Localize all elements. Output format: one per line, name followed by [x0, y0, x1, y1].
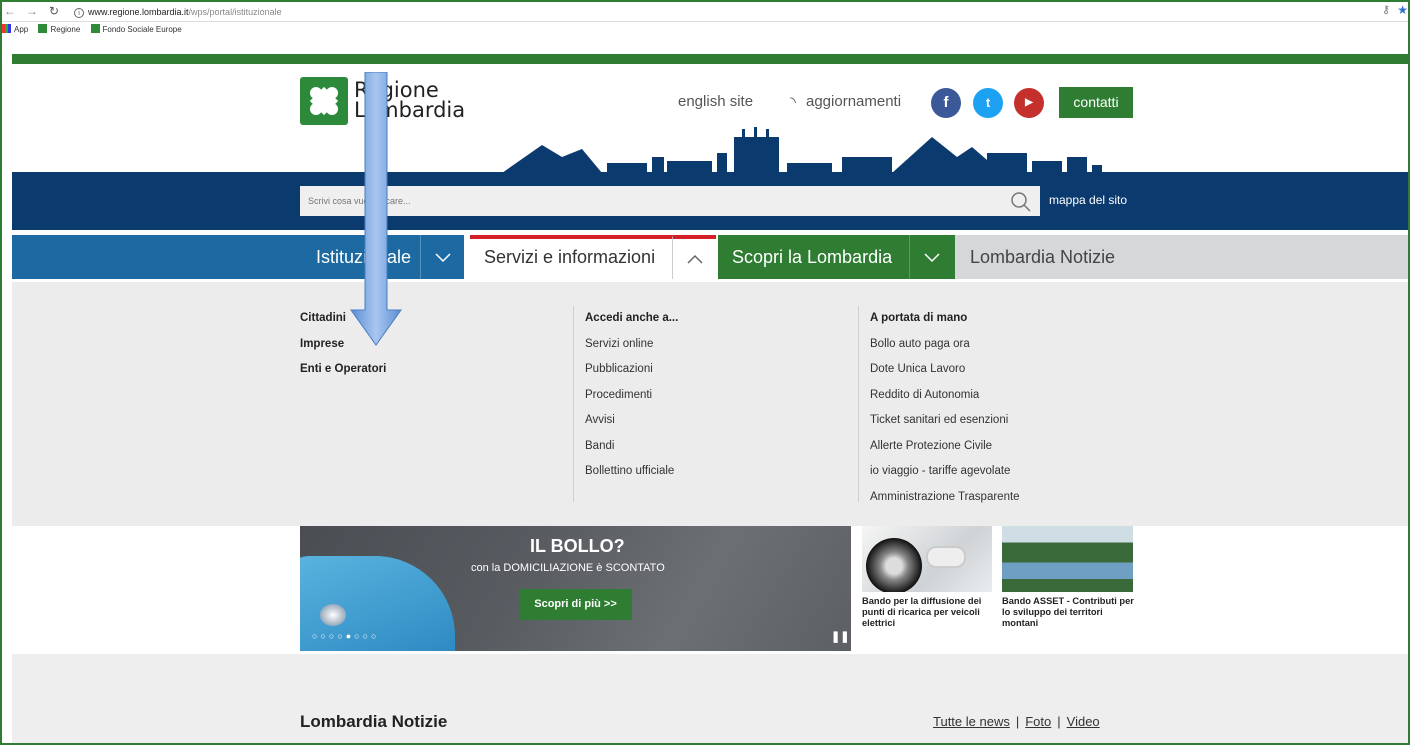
chevron-up-icon[interactable] — [672, 235, 716, 279]
menu-item[interactable]: io viaggio - tariffe agevolate — [870, 459, 1020, 485]
menu-item[interactable]: Ticket sanitari ed esenzioni — [870, 408, 1020, 434]
hero-subtitle: con la DOMICILIAZIONE è SCONTATO — [471, 562, 665, 574]
search-icon[interactable] — [1009, 190, 1031, 212]
twitter-icon[interactable]: t — [973, 88, 1003, 118]
bookmark-label: Fondo Sociale Europe — [102, 25, 182, 34]
plug-graphic — [926, 546, 966, 568]
menu-heading-portata: A portata di mano — [870, 312, 968, 324]
dropdown-col-portata: A portata di mano Bollo auto paga ora Do… — [870, 306, 1020, 510]
bookmark-star-icon[interactable]: ★ — [1397, 3, 1408, 17]
top-green-strip — [12, 54, 1408, 64]
bookmark-label: Regione — [50, 25, 81, 34]
bookmark-fondo-sociale[interactable]: Fondo Sociale Europe — [90, 22, 182, 37]
address-bar: ← → ↻ i www.regione.lombardia.it/wps/port… — [2, 2, 1408, 22]
skyline-illustration — [502, 127, 1122, 175]
menu-item[interactable]: Procedimenti — [585, 383, 678, 409]
dropdown-col-accedi: Accedi anche a... Servizi online Pubblic… — [585, 306, 678, 485]
url-field[interactable]: i www.regione.lombardia.it/wps/portal/ist… — [74, 4, 1394, 20]
menu-item[interactable]: Bollettino ufficiale — [585, 459, 678, 485]
chevron-down-icon[interactable] — [420, 235, 464, 279]
regione-favicon-icon — [38, 24, 48, 33]
tab-scopri-label: Scopri la Lombardia — [732, 247, 893, 267]
bookmarks-bar: App Regione Fondo Sociale Europe — [2, 22, 1408, 37]
reload-icon[interactable]: ↻ — [49, 4, 59, 18]
menu-item[interactable]: Avvisi — [585, 408, 678, 434]
all-news-link[interactable]: Tutte le news — [933, 714, 1010, 729]
forward-icon[interactable]: → — [26, 4, 38, 18]
bookmark-label: App — [14, 25, 29, 34]
card-text-ricarica[interactable]: Bando per la diffusione dei punti di ric… — [862, 596, 997, 630]
bookmark-apps[interactable]: App — [2, 22, 28, 37]
key-icon[interactable]: ⚷ — [1382, 3, 1390, 16]
rss-icon[interactable]: ◝ — [790, 93, 796, 111]
menu-item[interactable]: Dote Unica Lavoro — [870, 357, 1020, 383]
menu-heading-accedi: Accedi anche a... — [585, 312, 679, 324]
hero-title: IL BOLLO? — [530, 536, 625, 556]
card-image-mountains[interactable] — [1002, 526, 1133, 592]
logo-icon[interactable] — [300, 77, 348, 125]
fondo-favicon-icon — [90, 24, 100, 33]
back-icon[interactable]: ← — [4, 4, 16, 18]
hero-carousel[interactable]: IL BOLLO? con la DOMICILIAZIONE è SCONTA… — [300, 526, 851, 651]
news-links: Tutte le news | Foto | Video — [933, 714, 1100, 729]
tab-servizi-label: Servizi e informazioni — [484, 247, 656, 267]
chevron-down-icon[interactable] — [909, 235, 953, 279]
news-section-title: Lombardia Notizie — [300, 712, 448, 731]
search-input[interactable] — [300, 186, 1040, 216]
menu-item-enti[interactable]: Enti e Operatori — [300, 357, 386, 383]
aggiornamenti-link[interactable]: aggiornamenti — [806, 93, 901, 110]
facebook-icon[interactable]: f — [931, 88, 961, 118]
hero-cta-button[interactable]: Scopri di più >> — [519, 589, 632, 620]
carousel-dots[interactable]: ○○○○●○○○ — [312, 631, 380, 641]
menu-item[interactable]: Servizi online — [585, 332, 678, 358]
info-icon[interactable]: i — [74, 8, 84, 18]
news-band — [12, 654, 1408, 743]
contatti-button[interactable]: contatti — [1059, 87, 1133, 118]
bookmark-regione[interactable]: Regione — [38, 22, 80, 37]
card-image-charging[interactable] — [862, 526, 992, 592]
url-path: /wps/portal/istituzionale — [188, 7, 282, 17]
divider — [858, 306, 859, 502]
dropdown-panel: Cittadini Imprese Enti e Operatori Acced… — [12, 282, 1408, 526]
apps-grid-icon — [2, 24, 11, 33]
arrow-down-icon — [350, 72, 402, 346]
menu-item[interactable]: Pubblicazioni — [585, 357, 678, 383]
pause-icon[interactable]: ❚❚ — [831, 630, 849, 643]
divider — [573, 306, 574, 502]
wheel-graphic — [866, 538, 922, 592]
url-host: www.regione.lombardia.it — [88, 7, 189, 17]
menu-item[interactable]: Bandi — [585, 434, 678, 460]
english-site-link[interactable]: english site — [678, 93, 753, 110]
sitemap-link[interactable]: mappa del sito — [1049, 193, 1127, 207]
main-nav: Istituzionale Servizi e informazioni Sco… — [12, 235, 1408, 279]
menu-item[interactable]: Amministrazione Trasparente — [870, 485, 1020, 511]
tab-news-label: Lombardia Notizie — [970, 247, 1116, 267]
menu-item[interactable]: Allerte Protezione Civile — [870, 434, 1020, 460]
card-text-asset[interactable]: Bando ASSET - Contributi per lo sviluppo… — [1002, 596, 1137, 630]
menu-item[interactable]: Reddito di Autonomia — [870, 383, 1020, 409]
youtube-icon[interactable]: ▶ — [1014, 88, 1044, 118]
browser-window: ← → ↻ i www.regione.lombardia.it/wps/port… — [0, 0, 1410, 745]
video-link[interactable]: Video — [1067, 714, 1100, 729]
car-headlight — [320, 604, 346, 626]
menu-item[interactable]: Bollo auto paga ora — [870, 332, 1020, 358]
photo-link[interactable]: Foto — [1025, 714, 1051, 729]
